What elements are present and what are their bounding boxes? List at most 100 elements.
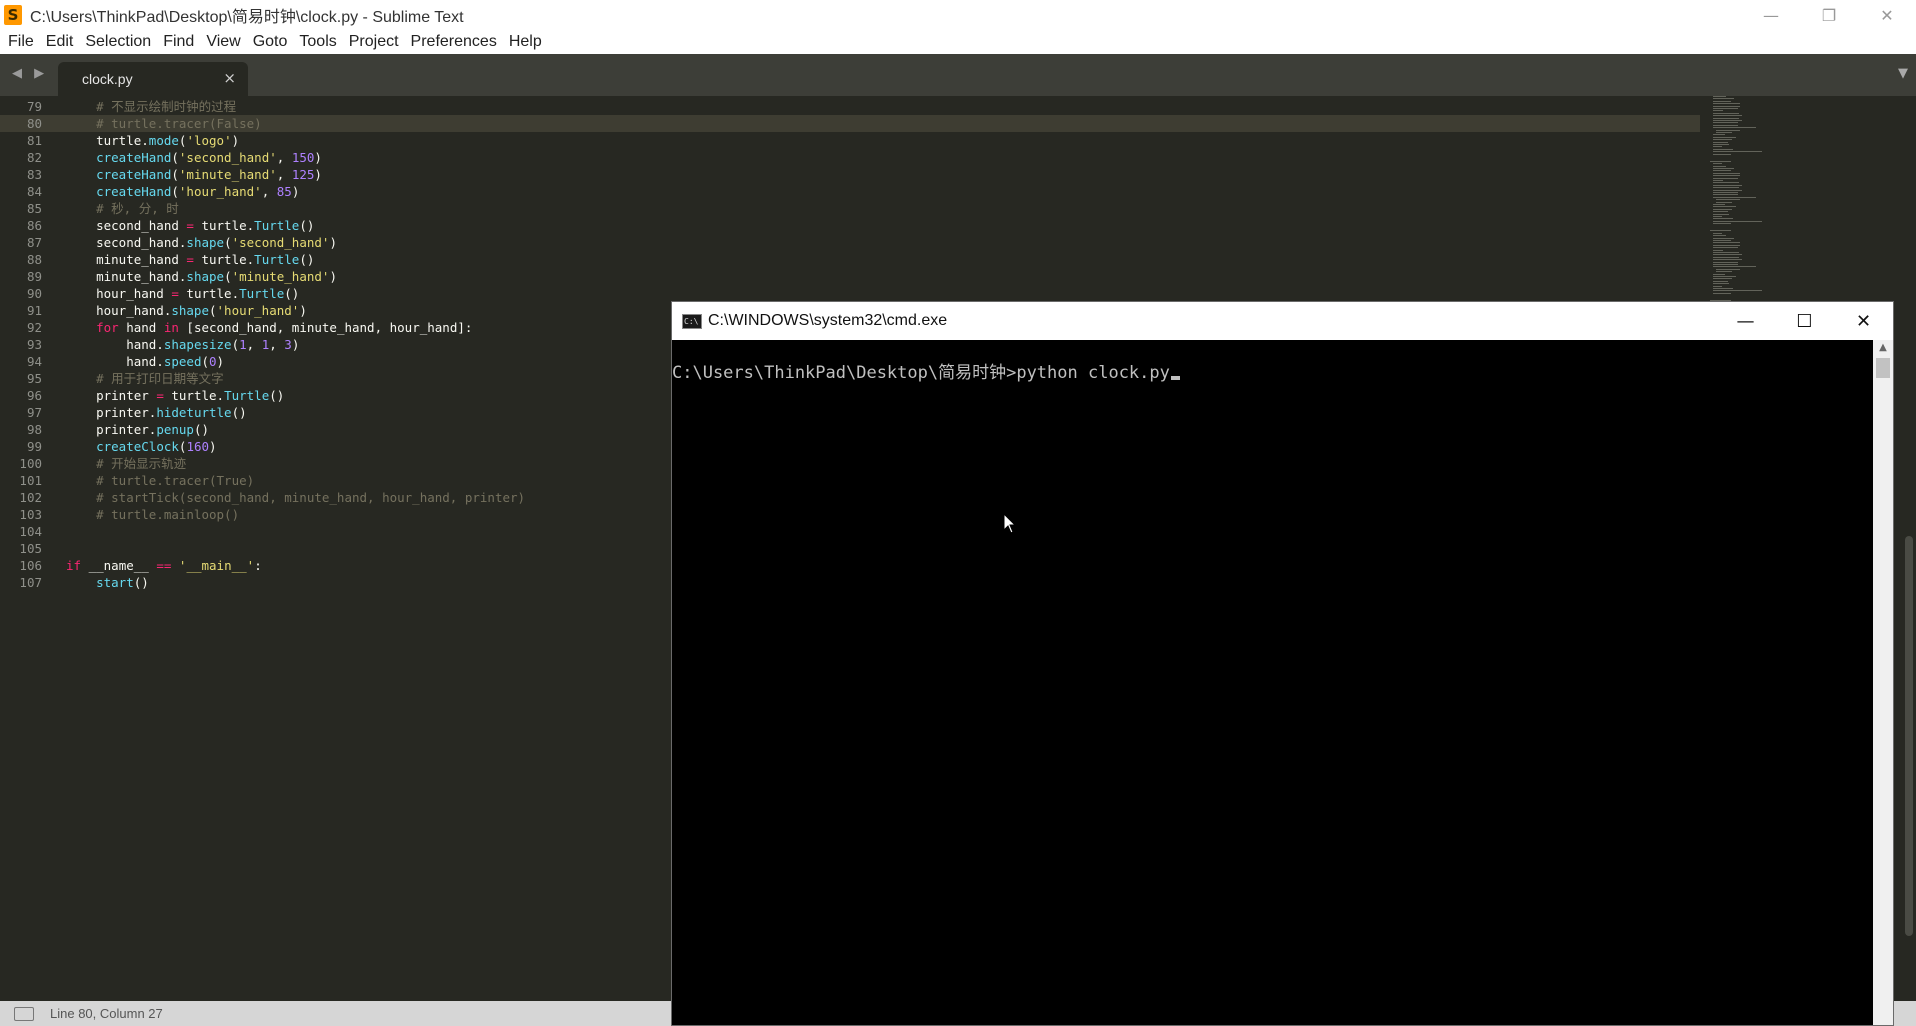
line-number: 88 xyxy=(26,252,42,267)
minimap-line xyxy=(1712,283,1729,285)
code-line[interactable]: 86 second_hand = turtle.Turtle() xyxy=(0,217,1700,234)
code-line[interactable]: 83 createHand('minute_hand', 125) xyxy=(0,166,1700,183)
menu-file[interactable]: File xyxy=(2,33,40,51)
line-number: 105 xyxy=(19,541,42,556)
code-token: ) xyxy=(216,354,225,369)
tab-dropdown-icon[interactable]: ▼ xyxy=(1898,66,1908,81)
cmd-scrollbar[interactable]: ▲ xyxy=(1873,340,1893,1025)
line-number: 92 xyxy=(26,320,42,335)
code-token: createHand xyxy=(96,184,172,199)
minimap-line xyxy=(1712,189,1742,191)
cmd-console[interactable]: C:\Users\ThinkPad\Desktop\简易时钟>python cl… xyxy=(672,340,1873,1025)
cmd-window-controls: — ☐ ✕ xyxy=(1716,302,1893,340)
code-line[interactable]: 85 # 秒, 分, 时 xyxy=(0,200,1700,217)
sublime-title-bar[interactable]: S C:\Users\ThinkPad\Desktop\简易时钟\clock.p… xyxy=(0,0,1916,30)
line-number: 89 xyxy=(26,269,42,284)
code-token: for xyxy=(96,320,119,335)
menu-project[interactable]: Project xyxy=(343,33,405,51)
sublime-app-icon: S xyxy=(4,5,22,25)
code-line[interactable]: 84 createHand('hour_hand', 85) xyxy=(0,183,1700,200)
minimap-line xyxy=(1712,110,1724,112)
code-line[interactable]: 89 minute_hand.shape('minute_hand') xyxy=(0,268,1700,285)
code-token: second_hand. xyxy=(66,235,187,250)
minimap-line xyxy=(1712,196,1756,198)
code-token: () xyxy=(133,575,149,590)
line-number: 86 xyxy=(26,218,42,233)
menu-preferences[interactable]: Preferences xyxy=(405,33,503,51)
code-line[interactable]: 81 turtle.mode('logo') xyxy=(0,132,1700,149)
line-number: 98 xyxy=(26,422,42,437)
line-number: 100 xyxy=(19,456,42,471)
code-text: # 用于打印日期等文字 xyxy=(66,370,224,387)
editor-scrollbar-thumb[interactable] xyxy=(1905,536,1913,936)
code-token: turtle. xyxy=(193,252,255,267)
menu-view[interactable]: View xyxy=(200,33,246,51)
menu-tools[interactable]: Tools xyxy=(293,33,342,51)
code-token: __name__ xyxy=(81,558,157,573)
line-number: 101 xyxy=(19,473,42,488)
code-token: hour_hand. xyxy=(66,303,172,318)
minimap-line xyxy=(1712,208,1732,210)
minimap-line xyxy=(1712,184,1742,186)
line-number: 84 xyxy=(26,184,42,199)
code-token: 'hour_hand' xyxy=(178,184,262,199)
code-token: minute_hand. xyxy=(66,269,187,284)
code-token: turtle. xyxy=(178,286,240,301)
code-token: shape xyxy=(186,269,225,284)
code-token: printer. xyxy=(66,422,157,437)
code-token: hand. xyxy=(66,337,164,352)
line-number: 104 xyxy=(19,524,42,539)
cmd-maximize-icon[interactable]: ☐ xyxy=(1775,302,1834,340)
code-text: # turtle.mainloop() xyxy=(66,506,239,523)
code-token: 'second_hand' xyxy=(178,150,277,165)
code-line[interactable]: 79 # 不显示绘制时钟的过程 xyxy=(0,98,1700,115)
code-text: printer.penup() xyxy=(66,421,209,438)
code-text: createHand('minute_hand', 125) xyxy=(66,166,322,183)
panel-toggle-icon[interactable] xyxy=(14,1006,34,1021)
minimize-icon[interactable]: — xyxy=(1742,0,1800,30)
tab-clock-py[interactable]: clock.py × xyxy=(58,62,248,96)
editor-scrollbar[interactable] xyxy=(1902,96,1916,1001)
scroll-up-icon[interactable]: ▲ xyxy=(1873,342,1893,353)
minimap-line xyxy=(1712,252,1740,253)
code-text: minute_hand = turtle.Turtle() xyxy=(66,251,314,268)
code-token: shapesize xyxy=(163,337,232,352)
code-line[interactable]: 87 second_hand.shape('second_hand') xyxy=(0,234,1700,251)
menu-find[interactable]: Find xyxy=(157,33,200,51)
menu-goto[interactable]: Goto xyxy=(247,33,294,51)
cmd-title-bar[interactable]: C:\ C:\WINDOWS\system32\cmd.exe — ☐ ✕ xyxy=(672,302,1893,340)
cmd-close-icon[interactable]: ✕ xyxy=(1834,302,1893,340)
code-text: printer.hideturtle() xyxy=(66,404,247,421)
minimap-line xyxy=(1712,247,1738,249)
code-token: = xyxy=(186,218,194,233)
menu-help[interactable]: Help xyxy=(503,33,548,51)
code-line[interactable]: 90 hour_hand = turtle.Turtle() xyxy=(0,285,1700,302)
menu-edit[interactable]: Edit xyxy=(40,33,80,51)
code-token: ( xyxy=(224,269,232,284)
code-token: start xyxy=(96,575,134,590)
code-token: # turtle.mainloop() xyxy=(66,507,240,522)
menu-bar: File Edit Selection Find View Goto Tools… xyxy=(0,30,1916,54)
close-icon[interactable]: ✕ xyxy=(1858,0,1916,30)
minimap[interactable] xyxy=(1710,96,1830,306)
minimap-line xyxy=(1712,194,1739,196)
tab-nav-arrows-icon[interactable]: ◀ ▶ xyxy=(12,66,48,81)
code-token: 'minute_hand' xyxy=(231,269,330,284)
code-text: for hand in [second_hand, minute_hand, h… xyxy=(66,319,472,336)
tab-close-icon[interactable]: × xyxy=(223,69,236,87)
cmd-scrollbar-thumb[interactable] xyxy=(1876,358,1890,378)
code-line[interactable]: 82 createHand('second_hand', 150) xyxy=(0,149,1700,166)
menu-selection[interactable]: Selection xyxy=(79,33,157,51)
code-token: ( xyxy=(231,337,240,352)
text-caret xyxy=(1170,376,1180,380)
code-line[interactable]: 88 minute_hand = turtle.Turtle() xyxy=(0,251,1700,268)
minimap-line xyxy=(1712,285,1723,287)
minimap-line xyxy=(1712,105,1740,107)
code-line[interactable]: 80 # turtle.tracer(False) xyxy=(0,115,1700,132)
cmd-minimize-icon[interactable]: — xyxy=(1716,302,1775,340)
restore-icon[interactable]: ❐ xyxy=(1800,0,1858,30)
minimap-line xyxy=(1712,117,1740,119)
code-text: createHand('hour_hand', 85) xyxy=(66,183,299,200)
cmd-window[interactable]: C:\ C:\WINDOWS\system32\cmd.exe — ☐ ✕ C:… xyxy=(671,301,1894,1026)
